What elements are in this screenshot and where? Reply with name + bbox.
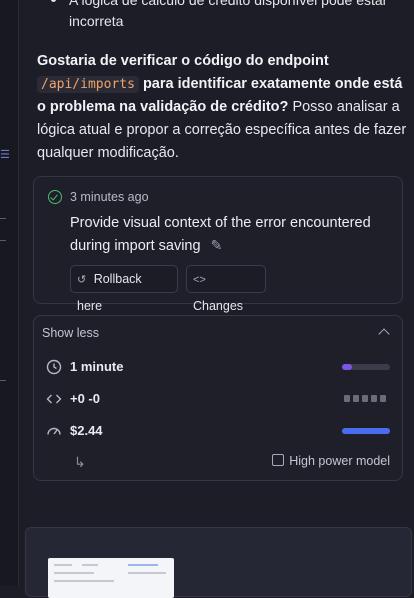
assistant-message: Gostaria de verificar o código do endpoi… bbox=[37, 50, 407, 165]
bullet-icon bbox=[51, 0, 56, 2]
task-card: 3 minutes ago Provide visual context of … bbox=[33, 176, 403, 313]
high-power-model[interactable]: High power model bbox=[272, 454, 390, 468]
mode-label: High power model bbox=[289, 454, 390, 468]
pencil-icon[interactable]: ✎ bbox=[211, 234, 223, 256]
bullet-text-line2: incorreta bbox=[69, 13, 124, 29]
code-icon: <> bbox=[193, 274, 206, 286]
gauge-icon bbox=[47, 427, 61, 435]
rail-divider bbox=[0, 380, 6, 381]
diff-square bbox=[371, 395, 377, 402]
code-icon bbox=[46, 394, 62, 404]
task-time: 3 minutes ago bbox=[70, 190, 149, 204]
clock-icon bbox=[46, 359, 62, 375]
rollback-icon: ↺ bbox=[77, 274, 87, 286]
diff-square bbox=[380, 395, 386, 402]
bullet-text-line1: A lógica de cálculo de crédito disponíve… bbox=[69, 0, 388, 8]
task-title: Provide visual context of the error enco… bbox=[70, 212, 390, 257]
stats-card: Show less 1 minute +0 -0 $2.44 ↳ High po… bbox=[33, 315, 403, 481]
diff-squares bbox=[344, 395, 386, 402]
duration-bar bbox=[342, 364, 390, 370]
duration-bar-fill bbox=[342, 364, 352, 370]
left-rail: ☰ bbox=[0, 0, 19, 586]
show-less-toggle[interactable]: Show less bbox=[42, 326, 99, 340]
screenshot-thumbnail[interactable] bbox=[48, 558, 174, 598]
diff-square bbox=[344, 395, 350, 402]
rollback-label: Rollback here bbox=[77, 272, 142, 313]
diff-value: +0 -0 bbox=[70, 391, 100, 406]
rail-divider bbox=[0, 240, 6, 241]
endpoint-code: /api/imports bbox=[37, 76, 139, 93]
diff-square bbox=[353, 395, 359, 402]
cost-bar-fill bbox=[342, 428, 390, 434]
message-bold-prefix: Gostaria de verificar o código do endpoi… bbox=[37, 53, 329, 69]
check-circle-icon bbox=[48, 190, 62, 204]
changes-button[interactable]: <> Changes bbox=[186, 265, 266, 313]
cost-bar bbox=[342, 428, 390, 434]
rail-marker-icon[interactable]: ☰ bbox=[0, 150, 10, 161]
duration-value: 1 minute bbox=[70, 359, 124, 374]
attachment-panel bbox=[25, 527, 412, 598]
changes-label: Changes bbox=[193, 299, 244, 313]
previous-list-item: A lógica de cálculo de crédito disponíve… bbox=[37, 0, 407, 32]
rollback-button[interactable]: ↺ Rollback here bbox=[70, 265, 178, 313]
chip-icon bbox=[272, 454, 285, 466]
diff-square bbox=[362, 395, 368, 402]
reply-arrow-icon: ↳ bbox=[74, 454, 86, 470]
chevron-up-icon[interactable] bbox=[378, 328, 390, 340]
rail-divider bbox=[0, 218, 6, 219]
cost-value: $2.44 bbox=[70, 423, 103, 438]
